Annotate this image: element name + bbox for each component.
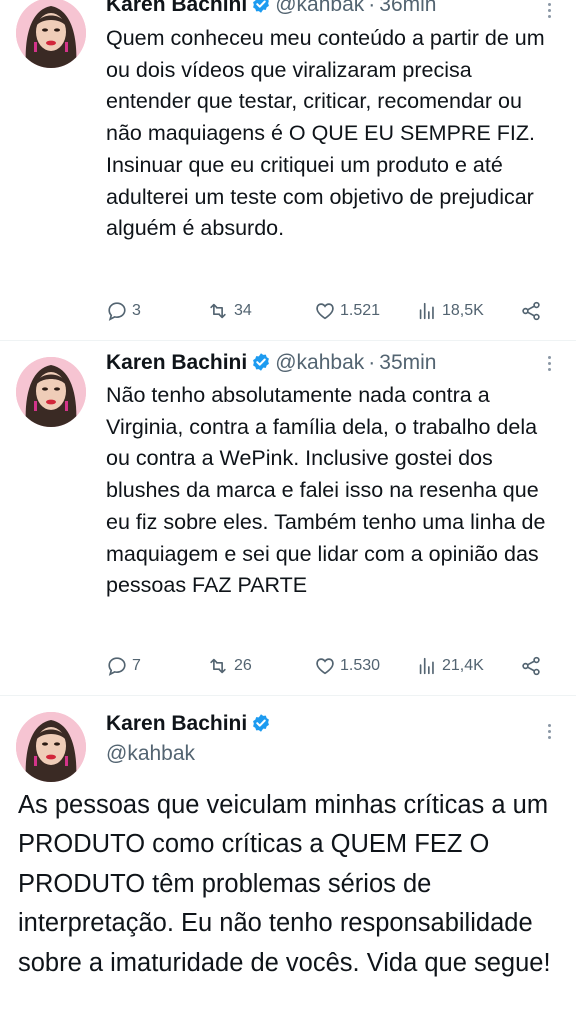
share-button[interactable] bbox=[520, 651, 546, 681]
action-bar: 7 26 1.530 21,4K bbox=[106, 651, 556, 681]
retweet-icon bbox=[210, 303, 226, 319]
tweet-text: Não tenho absolutamente nada contra a Vi… bbox=[106, 383, 546, 598]
author-handle[interactable]: @kahbak bbox=[275, 0, 364, 16]
avatar-image bbox=[16, 357, 86, 427]
retweet-button[interactable]: 26 bbox=[206, 651, 252, 681]
author-name[interactable]: Karen Bachini bbox=[106, 351, 247, 374]
tweet-text: Quem conheceu meu conteúdo a partir de u… bbox=[106, 26, 545, 241]
share-icon bbox=[522, 656, 540, 676]
reply-button[interactable]: 3 bbox=[106, 296, 141, 326]
timestamp[interactable]: 35min bbox=[379, 351, 436, 374]
reply-icon bbox=[108, 657, 126, 676]
views-count: 18,5K bbox=[442, 302, 484, 319]
like-button[interactable]: 1.521 bbox=[314, 296, 380, 326]
share-icon bbox=[522, 301, 540, 321]
timestamp[interactable]: 36min bbox=[379, 0, 436, 16]
focus-tweet: Karen Bachini @kahbak As pessoas que vei… bbox=[0, 696, 576, 1024]
like-count: 1.530 bbox=[340, 657, 381, 674]
verified-badge-icon bbox=[253, 353, 270, 371]
reply-button[interactable]: 7 bbox=[106, 651, 141, 681]
tweet-header: Karen Bachini @kahbak · 35min bbox=[106, 347, 576, 379]
like-icon bbox=[316, 303, 334, 320]
verified-badge-icon bbox=[253, 714, 270, 732]
author-handle[interactable]: @kahbak bbox=[106, 738, 195, 770]
tweet-2[interactable]: Karen Bachini @kahbak · 35min Não tenho abs… bbox=[0, 341, 576, 695]
tweet-header: Karen Bachini @kahbak · 36min bbox=[106, 0, 576, 21]
like-count: 1.521 bbox=[340, 302, 381, 319]
retweet-button[interactable]: 34 bbox=[206, 296, 252, 326]
avatar-image bbox=[16, 712, 86, 782]
views-icon bbox=[419, 302, 434, 320]
verified-badge-icon bbox=[253, 0, 270, 13]
separator-dot: · bbox=[368, 0, 376, 16]
like-button[interactable]: 1.530 bbox=[314, 651, 380, 681]
like-icon bbox=[316, 658, 334, 675]
retweet-count: 34 bbox=[234, 302, 252, 319]
views-button[interactable]: 18,5K bbox=[416, 296, 484, 326]
retweet-count: 26 bbox=[234, 657, 252, 674]
author-name[interactable]: Karen Bachini bbox=[106, 712, 247, 735]
action-bar: 3 34 1.521 18,5K bbox=[106, 296, 556, 326]
views-button[interactable]: 21,4K bbox=[416, 651, 484, 681]
share-button[interactable] bbox=[520, 296, 546, 326]
more-icon[interactable] bbox=[546, 356, 554, 374]
author-name-row: Karen Bachini bbox=[106, 708, 275, 740]
avatar-image bbox=[16, 0, 86, 68]
retweet-icon bbox=[210, 658, 226, 674]
more-icon[interactable] bbox=[546, 724, 554, 742]
views-icon bbox=[419, 657, 434, 675]
author-handle[interactable]: @kahbak bbox=[275, 351, 364, 374]
avatar[interactable] bbox=[16, 357, 86, 427]
avatar[interactable] bbox=[16, 712, 86, 782]
separator-dot: · bbox=[368, 351, 376, 374]
avatar[interactable] bbox=[16, 0, 86, 68]
author-name[interactable]: Karen Bachini bbox=[106, 0, 247, 16]
reply-count: 3 bbox=[132, 302, 141, 319]
tweet-text: As pessoas que veiculam minhas críticas … bbox=[18, 791, 551, 977]
reply-count: 7 bbox=[132, 657, 141, 674]
views-count: 21,4K bbox=[442, 657, 484, 674]
tweet-1[interactable]: Karen Bachini @kahbak · 36min Quem conheceu… bbox=[0, 0, 576, 340]
more-icon[interactable] bbox=[546, 3, 554, 21]
reply-icon bbox=[108, 302, 126, 321]
